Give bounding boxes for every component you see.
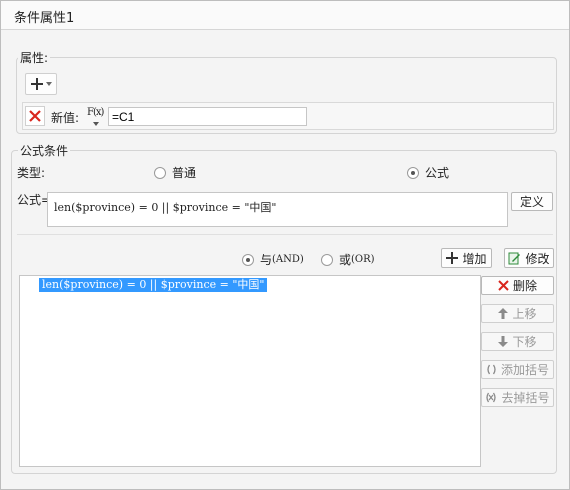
- formula-input[interactable]: len($province) = 0 || $province = "中国": [47, 192, 508, 227]
- move-down-button[interactable]: 下移: [481, 332, 554, 351]
- radio-circle: [154, 166, 166, 179]
- arrow-down-icon: [498, 336, 509, 347]
- add-condition-button[interactable]: 增加: [441, 248, 492, 268]
- remove-parentheses-icon: [485, 392, 497, 403]
- logic-and-code: (AND): [272, 254, 304, 265]
- move-down-label: 下移: [512, 335, 537, 349]
- chevron-down-icon: [46, 82, 52, 86]
- type-radio-normal-label: 普通: [172, 166, 197, 180]
- move-up-button[interactable]: 上移: [481, 304, 554, 323]
- dialog-window: 条件属性1 属性: 新值: F(x) 公式条件 类型: 普通 公式 公式=: [0, 0, 570, 490]
- plus-icon: [30, 77, 44, 91]
- formula-icon-text: F(x): [87, 107, 104, 118]
- logic-and-label: 与: [260, 253, 273, 267]
- logic-radio-or[interactable]: 或 (OR): [321, 251, 375, 268]
- radio-circle: [321, 253, 333, 266]
- modify-condition-label: 修改: [525, 251, 550, 266]
- list-item-text: len($province) = 0 || $province = "中国": [42, 278, 265, 291]
- attributes-legend: 属性:: [18, 49, 51, 66]
- delete-icon: [498, 280, 509, 291]
- new-value-input[interactable]: [108, 107, 307, 126]
- parentheses-icon: [486, 364, 497, 375]
- define-button[interactable]: 定义: [511, 192, 553, 211]
- add-attribute-button[interactable]: [25, 73, 57, 95]
- logic-radio-and[interactable]: 与 (AND): [242, 251, 304, 268]
- add-parens-label: 添加括号: [500, 363, 549, 377]
- type-radio-normal[interactable]: 普通: [154, 164, 196, 181]
- condition-list[interactable]: len($province) = 0 || $province = "中国": [19, 275, 481, 467]
- add-condition-label: 增加: [462, 251, 487, 266]
- formula-icon[interactable]: F(x): [87, 106, 105, 126]
- delete-button[interactable]: 删除: [481, 276, 554, 295]
- formula-label: 公式=: [17, 193, 52, 207]
- move-up-label: 上移: [512, 307, 537, 321]
- title-bar: 条件属性1: [1, 1, 569, 30]
- type-label: 类型:: [17, 166, 46, 180]
- add-parens-button[interactable]: 添加括号: [481, 360, 554, 379]
- new-value-label: 新值:: [51, 111, 80, 125]
- define-button-label: 定义: [519, 195, 544, 209]
- logic-or-code: (OR): [351, 254, 375, 265]
- type-radio-formula[interactable]: 公式: [407, 164, 449, 181]
- attribute-row: 新值: F(x): [22, 102, 554, 130]
- delete-label: 删除: [512, 279, 537, 293]
- radio-circle-selected: [242, 253, 254, 266]
- dialog-title: 条件属性1: [14, 11, 75, 26]
- remove-parens-label: 去掉括号: [501, 391, 550, 405]
- formula-condition-legend: 公式条件: [18, 142, 71, 159]
- remove-parens-button[interactable]: 去掉括号: [481, 388, 554, 407]
- separator: [17, 234, 553, 235]
- formula-input-text: len($province) = 0 || $province = "中国": [54, 201, 277, 214]
- logic-or-label: 或: [339, 253, 352, 267]
- remove-attribute-icon[interactable]: [25, 106, 45, 126]
- plus-icon: [446, 252, 459, 264]
- list-item[interactable]: len($province) = 0 || $province = "中国": [39, 278, 268, 292]
- type-radio-formula-label: 公式: [425, 166, 450, 180]
- arrow-up-icon: [498, 308, 509, 319]
- modify-condition-button[interactable]: 修改: [504, 248, 554, 268]
- radio-circle-selected: [407, 166, 419, 179]
- edit-icon: [508, 252, 521, 265]
